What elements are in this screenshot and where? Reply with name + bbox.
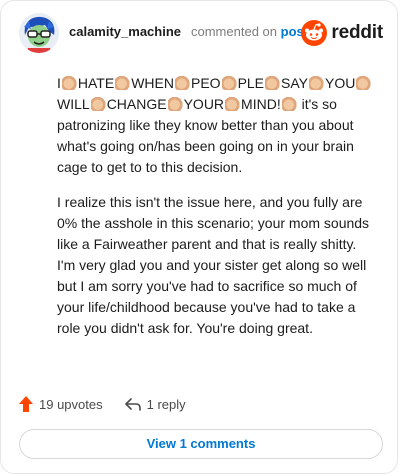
clapping-hands-icon	[265, 76, 281, 90]
clapping-hands-icon	[225, 97, 241, 111]
comment-header: calamity_machine commented on post reddi…	[19, 13, 383, 53]
shout-w1: HATE	[77, 75, 115, 91]
reply-button[interactable]: 1 reply	[124, 396, 186, 412]
username[interactable]: calamity_machine	[69, 24, 181, 39]
upvote-button[interactable]: 19 upvotes	[19, 396, 103, 412]
shout-w4: PLE	[237, 75, 265, 91]
comment-body: I HATE WHEN PEO PLE SAY YOU WILL CHANGE YOUR MIND…	[57, 73, 377, 353]
shout-w5: SAY	[281, 75, 309, 91]
shout-w8: CHANGE	[106, 96, 167, 112]
reddit-brand[interactable]: reddit	[301, 20, 383, 46]
reply-count: 1 reply	[146, 396, 186, 412]
comment-card: calamity_machine commented on post reddi…	[0, 0, 398, 474]
clapping-hands-icon	[221, 76, 237, 90]
reply-arrow-icon	[124, 398, 141, 411]
cartoon-avatar-icon	[19, 13, 59, 53]
view-comments-button[interactable]: View 1 comments	[19, 429, 383, 459]
shout-w9: YOUR	[183, 96, 225, 112]
clapping-hands-icon	[356, 76, 372, 90]
comment-paragraph-2: I realize this isn't the issue here, and…	[57, 194, 370, 336]
user-avatar[interactable]	[19, 13, 59, 53]
upvote-count: 19 upvotes	[39, 396, 103, 412]
comment-paragraph-1: I HATE WHEN PEO PLE SAY YOU WILL CHANGE YOUR MIND…	[57, 73, 377, 178]
clapping-hands-icon	[115, 76, 131, 90]
shout-w6: YOU	[325, 75, 356, 91]
action-text: commented on	[191, 24, 277, 39]
clapping-hands-icon	[309, 76, 325, 90]
shout-w0: I	[57, 75, 61, 91]
reddit-wordmark: reddit	[331, 22, 383, 43]
upvote-arrow-icon	[19, 396, 33, 412]
shout-w10: MIND!	[241, 96, 281, 112]
shout-w7: WILL	[57, 96, 90, 112]
shout-w2: WHEN	[131, 75, 174, 91]
clapping-hands-icon	[167, 97, 183, 111]
clapping-hands-icon	[174, 76, 190, 90]
clapping-hands-icon	[90, 97, 106, 111]
comment-meta: commented on post	[191, 24, 308, 39]
comment-footer: 19 upvotes 1 reply	[19, 393, 208, 415]
reddit-logo-icon	[301, 20, 328, 46]
shout-w3: PEO	[190, 75, 221, 91]
clapping-hands-icon	[61, 76, 77, 90]
clapping-hands-icon	[281, 97, 297, 111]
